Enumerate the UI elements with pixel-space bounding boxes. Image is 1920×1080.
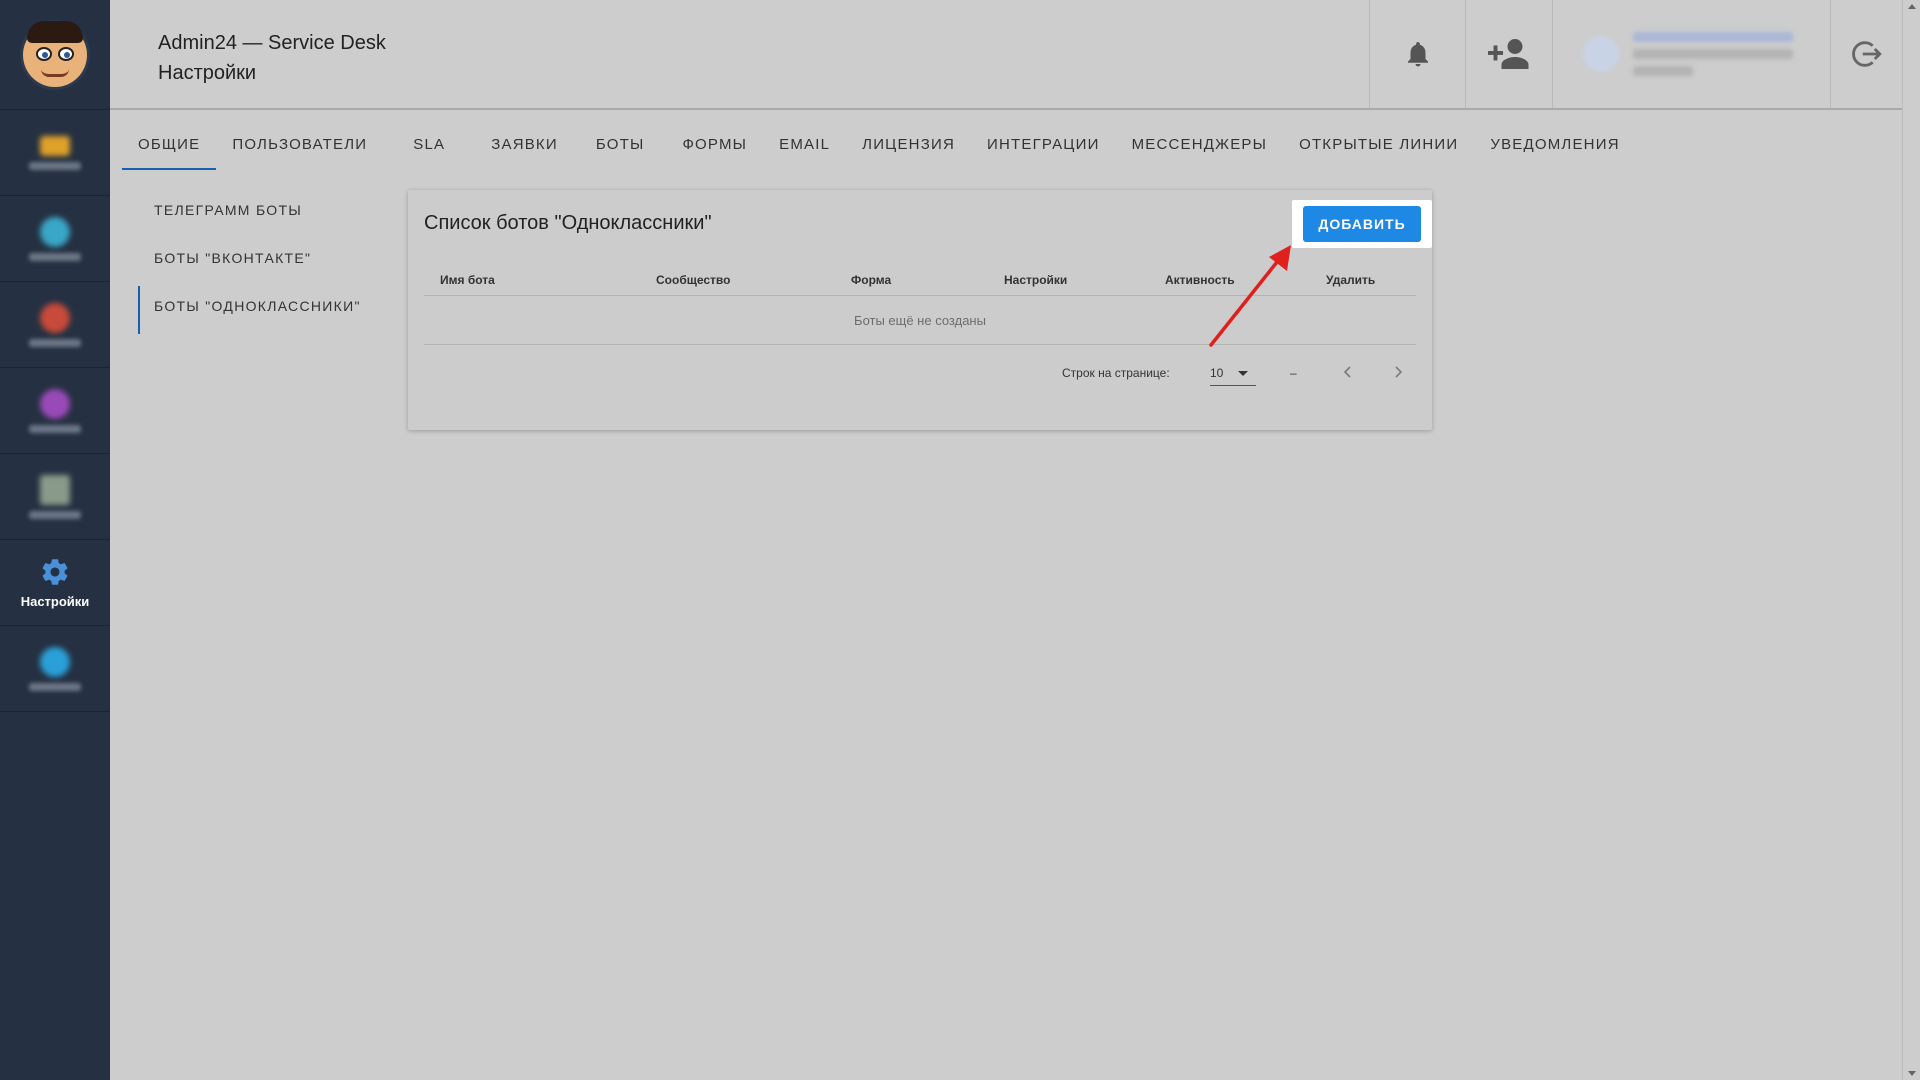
notifications-button[interactable]	[1369, 0, 1465, 108]
avatar-logo-icon	[23, 20, 87, 87]
tab-bots[interactable]: БОТЫ	[574, 128, 667, 170]
tab-integrations[interactable]: ИНТЕГРАЦИИ	[971, 128, 1116, 170]
scroll-down-icon[interactable]	[1908, 1071, 1916, 1076]
tab-forms[interactable]: ФОРМЫ	[666, 128, 763, 170]
bots-subnav: ТЕЛЕГРАММ БОТЫ БОТЫ "ВКОНТАКТЕ" БОТЫ "ОД…	[138, 192, 378, 336]
chat-icon	[40, 216, 70, 247]
column-header[interactable]: Имя бота	[440, 264, 495, 296]
folder-icon	[40, 135, 70, 156]
puzzle-icon	[40, 302, 70, 333]
add-bot-button[interactable]: ДОБАВИТЬ	[1303, 206, 1421, 242]
previous-page-button[interactable]	[1340, 364, 1356, 380]
app-title: Admin24 — Service Desk	[158, 32, 386, 54]
header-titles: Admin24 — Service Desk Настройки	[158, 28, 386, 88]
tab-sla[interactable]: SLA	[383, 128, 475, 170]
column-header[interactable]: Форма	[851, 264, 891, 296]
next-page-button[interactable]	[1390, 364, 1406, 380]
tab-requests[interactable]: ЗАЯВКИ	[475, 128, 574, 170]
bell-icon	[1407, 42, 1428, 67]
annotation-arrow-icon	[1209, 245, 1291, 347]
column-header[interactable]: Сообщество	[656, 264, 730, 296]
chart-icon	[40, 388, 70, 419]
scroll-up-icon[interactable]	[1908, 4, 1916, 9]
tab-users[interactable]: ПОЛЬЗОВАТЕЛИ	[216, 128, 383, 170]
page-title: Настройки	[158, 62, 257, 84]
subnav-telegram-bots[interactable]: ТЕЛЕГРАММ БОТЫ	[138, 192, 378, 240]
user-profile[interactable]	[1552, 0, 1830, 108]
document-icon	[40, 474, 70, 505]
chevron-left-icon	[1343, 366, 1351, 378]
card-title: Список ботов "Одноклассники"	[424, 212, 712, 234]
add-user-button[interactable]	[1465, 0, 1552, 108]
tab-messengers[interactable]: МЕССЕНДЖЕРЫ	[1116, 128, 1284, 170]
sidebar-item-label: Настройки	[20, 594, 90, 609]
add-button-highlight: ДОБАВИТЬ	[1292, 200, 1432, 248]
rows-per-page-value: 10	[1210, 366, 1224, 380]
avatar	[1583, 36, 1619, 72]
top-header: Admin24 — Service Desk Настройки	[110, 0, 1902, 110]
gear-icon	[39, 556, 71, 588]
page-range: –	[1290, 366, 1297, 380]
settings-tabs: ОБЩИЕ ПОЛЬЗОВАТЕЛИ SLA ЗАЯВКИ БОТЫ ФОРМЫ…	[122, 128, 1636, 170]
page-scrollbar[interactable]	[1902, 0, 1920, 1080]
table-pagination: Строк на странице: 10 –	[424, 346, 1416, 398]
rows-per-page-label: Строк на странице:	[1062, 366, 1170, 380]
sidebar-item-documents[interactable]	[0, 454, 110, 540]
rows-per-page-select[interactable]: 10	[1210, 360, 1256, 386]
tab-license[interactable]: ЛИЦЕНЗИЯ	[846, 128, 971, 170]
sidebar: Настройки	[0, 0, 110, 1080]
tab-notifications[interactable]: УВЕДОМЛЕНИЯ	[1474, 128, 1635, 170]
logout-button[interactable]	[1830, 0, 1902, 108]
tab-general[interactable]: ОБЩИЕ	[122, 128, 217, 170]
sidebar-item-requests[interactable]	[0, 110, 110, 196]
sidebar-item-integrations[interactable]	[0, 282, 110, 368]
add-user-icon	[1488, 39, 1529, 69]
tab-email[interactable]: EMAIL	[763, 128, 846, 170]
chevron-down-icon	[1238, 371, 1248, 376]
column-header[interactable]: Настройки	[1004, 264, 1067, 296]
globe-icon	[40, 646, 70, 677]
column-header[interactable]: Удалить	[1326, 264, 1375, 296]
sidebar-item-chats[interactable]	[0, 196, 110, 282]
chevron-right-icon	[1395, 366, 1403, 378]
subnav-vk-bots[interactable]: БОТЫ "ВКОНТАКТЕ"	[138, 240, 378, 288]
app-logo[interactable]	[0, 0, 110, 110]
tab-open-lines[interactable]: ОТКРЫТЫЕ ЛИНИИ	[1283, 128, 1474, 170]
sidebar-item-reports[interactable]	[0, 368, 110, 454]
logout-icon	[1851, 41, 1882, 67]
sidebar-item-support[interactable]	[0, 626, 110, 712]
sidebar-item-settings[interactable]: Настройки	[0, 540, 110, 626]
subnav-ok-bots[interactable]: БОТЫ "ОДНОКЛАССНИКИ"	[138, 286, 378, 336]
